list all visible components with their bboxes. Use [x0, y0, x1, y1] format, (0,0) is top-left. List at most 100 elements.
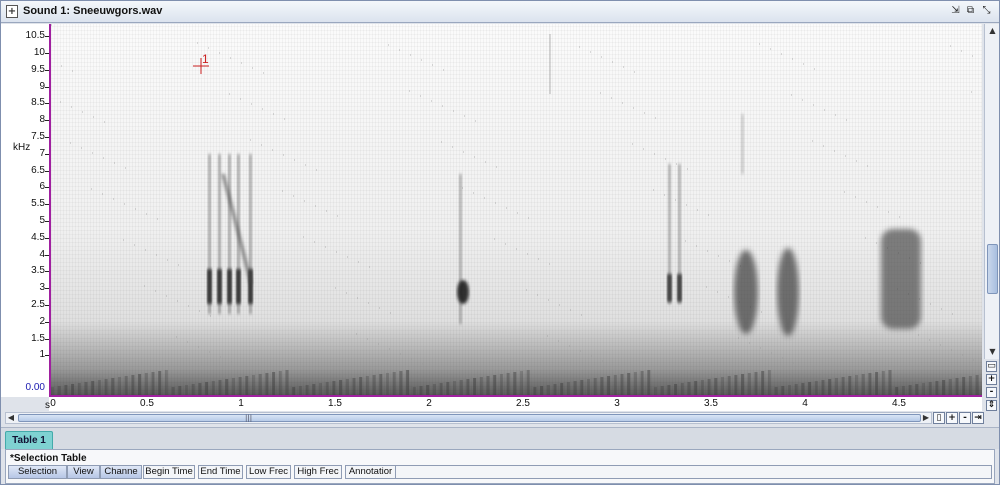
noise-band-mark [767, 370, 771, 395]
noise-band-mark [412, 387, 416, 395]
vertical-scrollbar[interactable]: ▲ ▼ [984, 24, 999, 359]
horizontal-zoom-out-button[interactable]: - [959, 412, 971, 424]
noise-speckle [770, 48, 771, 50]
noise-speckle [273, 113, 274, 115]
noise-speckle [951, 349, 952, 351]
noise-speckle [157, 218, 158, 220]
column-header-channel[interactable]: Channe [100, 465, 142, 479]
column-header-end-time[interactable]: End Time [198, 465, 243, 479]
noise-speckle [251, 103, 252, 105]
vertical-zoom-in-button[interactable]: + [986, 374, 997, 385]
horizontal-scrollbar[interactable]: ◀ ||| ▶ [5, 412, 932, 424]
noise-speckle [612, 61, 613, 63]
noise-speckle [962, 354, 963, 356]
noise-band-mark [667, 385, 671, 395]
noise-speckle [462, 187, 463, 189]
noise-band-mark [647, 370, 651, 395]
column-header-low-freq[interactable]: Low Frec [246, 465, 291, 479]
noise-band-mark [808, 382, 812, 395]
noise-speckle [167, 259, 168, 261]
noise-band-mark [84, 382, 88, 395]
noise-speckle [282, 190, 283, 192]
noise-band-mark [138, 374, 142, 395]
noise-band-mark [439, 383, 443, 395]
noise-speckle [717, 291, 718, 293]
noise-band-mark [600, 377, 604, 395]
noise-speckle [496, 166, 497, 168]
noise-band-mark [620, 374, 624, 395]
noise-speckle [209, 351, 210, 353]
vertical-fit-icon[interactable]: ▭ [986, 361, 997, 372]
scroll-down-icon[interactable]: ▼ [987, 347, 998, 357]
time-tick-label: 4.5 [892, 398, 906, 409]
frequency-tick-label: 1.5 [31, 332, 45, 344]
spectrogram-plot[interactable]: 1 [49, 24, 982, 397]
noise-speckle [422, 363, 423, 365]
maximize-icon[interactable]: ⧉ [964, 5, 977, 18]
fit-height-icon[interactable]: ⇕ [986, 400, 997, 411]
grip-icon: ||| [245, 414, 253, 422]
noise-speckle [580, 350, 581, 352]
noise-band-mark [566, 382, 570, 395]
restore-down-icon[interactable]: ⇲ [949, 5, 962, 18]
horizontal-fit-icon[interactable]: ▯ [933, 412, 945, 424]
time-tick-label: 3.5 [704, 398, 718, 409]
selection-table-panel: *Selection Table Selection View Channe B… [5, 449, 995, 484]
noise-band-mark [553, 384, 557, 395]
noise-speckle [644, 112, 645, 114]
noise-speckle [761, 311, 762, 313]
noise-speckle [738, 337, 739, 339]
noise-speckle [591, 355, 592, 357]
noise-band-mark [151, 372, 155, 395]
noise-speckle [409, 90, 410, 92]
noise-band-mark [942, 380, 946, 395]
noise-speckle [293, 195, 294, 197]
fit-width-icon[interactable]: ⇥ [972, 412, 984, 424]
tab-table-1[interactable]: Table 1 [5, 431, 53, 450]
noise-speckle [347, 256, 348, 258]
scroll-right-icon[interactable]: ▶ [921, 413, 931, 423]
noise-band-mark [714, 378, 718, 395]
noise-speckle [134, 244, 135, 246]
noise-band-mark [352, 378, 356, 395]
noise-band-mark [265, 373, 269, 395]
noise-speckle [199, 310, 200, 312]
scroll-left-icon[interactable]: ◀ [6, 413, 16, 423]
scroll-up-icon[interactable]: ▲ [987, 26, 998, 36]
spectrogram-canvas[interactable]: 1 [51, 24, 982, 397]
horizontal-scroll-thumb[interactable]: ||| [18, 414, 921, 422]
column-header-selection[interactable]: Selection [8, 465, 67, 479]
noise-band-mark [486, 376, 490, 395]
noise-speckle [252, 67, 253, 69]
close-icon[interactable]: ⤡ [980, 5, 993, 18]
noise-band-mark [761, 371, 765, 395]
noise-speckle [559, 304, 560, 306]
noise-band-mark [560, 383, 564, 395]
noise-speckle [337, 215, 338, 217]
column-header-annotation[interactable]: Annotatior [345, 465, 396, 479]
noise-band-mark [520, 371, 523, 395]
vertical-zoom-out-button[interactable]: - [986, 387, 997, 398]
table-tabstrip: Table 1 [1, 427, 999, 450]
noise-band-mark [721, 377, 724, 395]
noise-speckle [696, 245, 697, 247]
syllable-core [217, 269, 222, 304]
noise-band-mark [526, 370, 530, 395]
noise-band-mark [707, 379, 711, 395]
column-header-high-freq[interactable]: High Frec [294, 465, 342, 479]
noise-band-mark [848, 376, 852, 395]
time-tick-label: 1.5 [328, 398, 342, 409]
noise-band-mark [881, 371, 885, 395]
noise-speckle [61, 65, 62, 67]
noise-speckle [899, 216, 900, 218]
column-header-begin-time[interactable]: Begin Time [143, 465, 195, 479]
noise-band-mark [432, 384, 436, 395]
horizontal-zoom-in-button[interactable]: + [946, 412, 958, 424]
noise-speckle [304, 200, 305, 202]
noise-speckle [197, 42, 198, 44]
noise-band-mark [821, 380, 825, 395]
vertical-scroll-thumb[interactable] [987, 244, 998, 294]
time-tick-label: 3 [614, 398, 620, 409]
column-header-view[interactable]: View [67, 465, 100, 479]
syllable-core [207, 269, 212, 304]
